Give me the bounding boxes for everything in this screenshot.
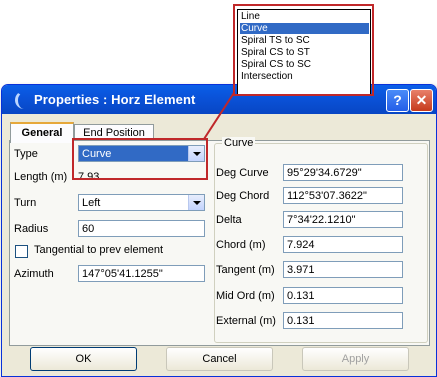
mid-ord-label: Mid Ord (m)	[216, 290, 275, 302]
app-icon	[15, 91, 32, 109]
radius-label: Radius	[14, 223, 49, 235]
cancel-button[interactable]: Cancel	[166, 347, 273, 371]
deg-chord-input[interactable]: 112°53'07.3622"	[283, 187, 403, 204]
annotation-box-type	[72, 138, 208, 180]
ok-button[interactable]: OK	[30, 347, 137, 371]
deg-curve-input[interactable]: 95°29'34.6729"	[283, 164, 403, 181]
radius-input[interactable]: 60	[78, 220, 205, 237]
deg-chord-label: Deg Chord	[216, 190, 270, 202]
tangential-label: Tangential to prev element	[34, 244, 164, 256]
curve-group-title: Curve	[222, 137, 256, 149]
chord-input[interactable]: 7.924	[283, 236, 403, 253]
tangential-checkbox[interactable]	[15, 245, 28, 258]
dialog-title: Properties : Horz Element	[34, 92, 196, 107]
turn-select-value: Left	[82, 197, 101, 209]
tangent-input[interactable]: 3.971	[283, 261, 403, 278]
mid-ord-input[interactable]: 0.131	[283, 287, 403, 304]
turn-select[interactable]: Left	[78, 194, 205, 211]
deg-curve-label: Deg Curve	[216, 167, 269, 179]
length-label: Length (m)	[14, 171, 68, 183]
annotation-box-dropdown	[233, 4, 374, 96]
type-label: Type	[14, 148, 38, 160]
chord-label: Chord (m)	[216, 239, 266, 251]
delta-label: Delta	[216, 214, 242, 226]
delta-input[interactable]: 7°34'22.1210"	[283, 211, 403, 228]
chevron-down-icon[interactable]	[188, 195, 204, 210]
apply-button[interactable]: Apply	[302, 347, 409, 371]
azimuth-label: Azimuth	[14, 268, 54, 280]
tangent-label: Tangent (m)	[216, 264, 275, 276]
external-input[interactable]: 0.131	[283, 312, 403, 329]
help-button[interactable]: ?	[386, 89, 409, 112]
tab-general[interactable]: General	[10, 122, 74, 143]
turn-label: Turn	[14, 197, 37, 209]
close-button[interactable]: ✕	[410, 89, 433, 112]
properties-dialog: Properties : Horz Element ? ✕ General En…	[1, 84, 437, 377]
external-label: External (m)	[216, 315, 276, 327]
azimuth-input[interactable]: 147°05'41.1255"	[78, 265, 205, 282]
